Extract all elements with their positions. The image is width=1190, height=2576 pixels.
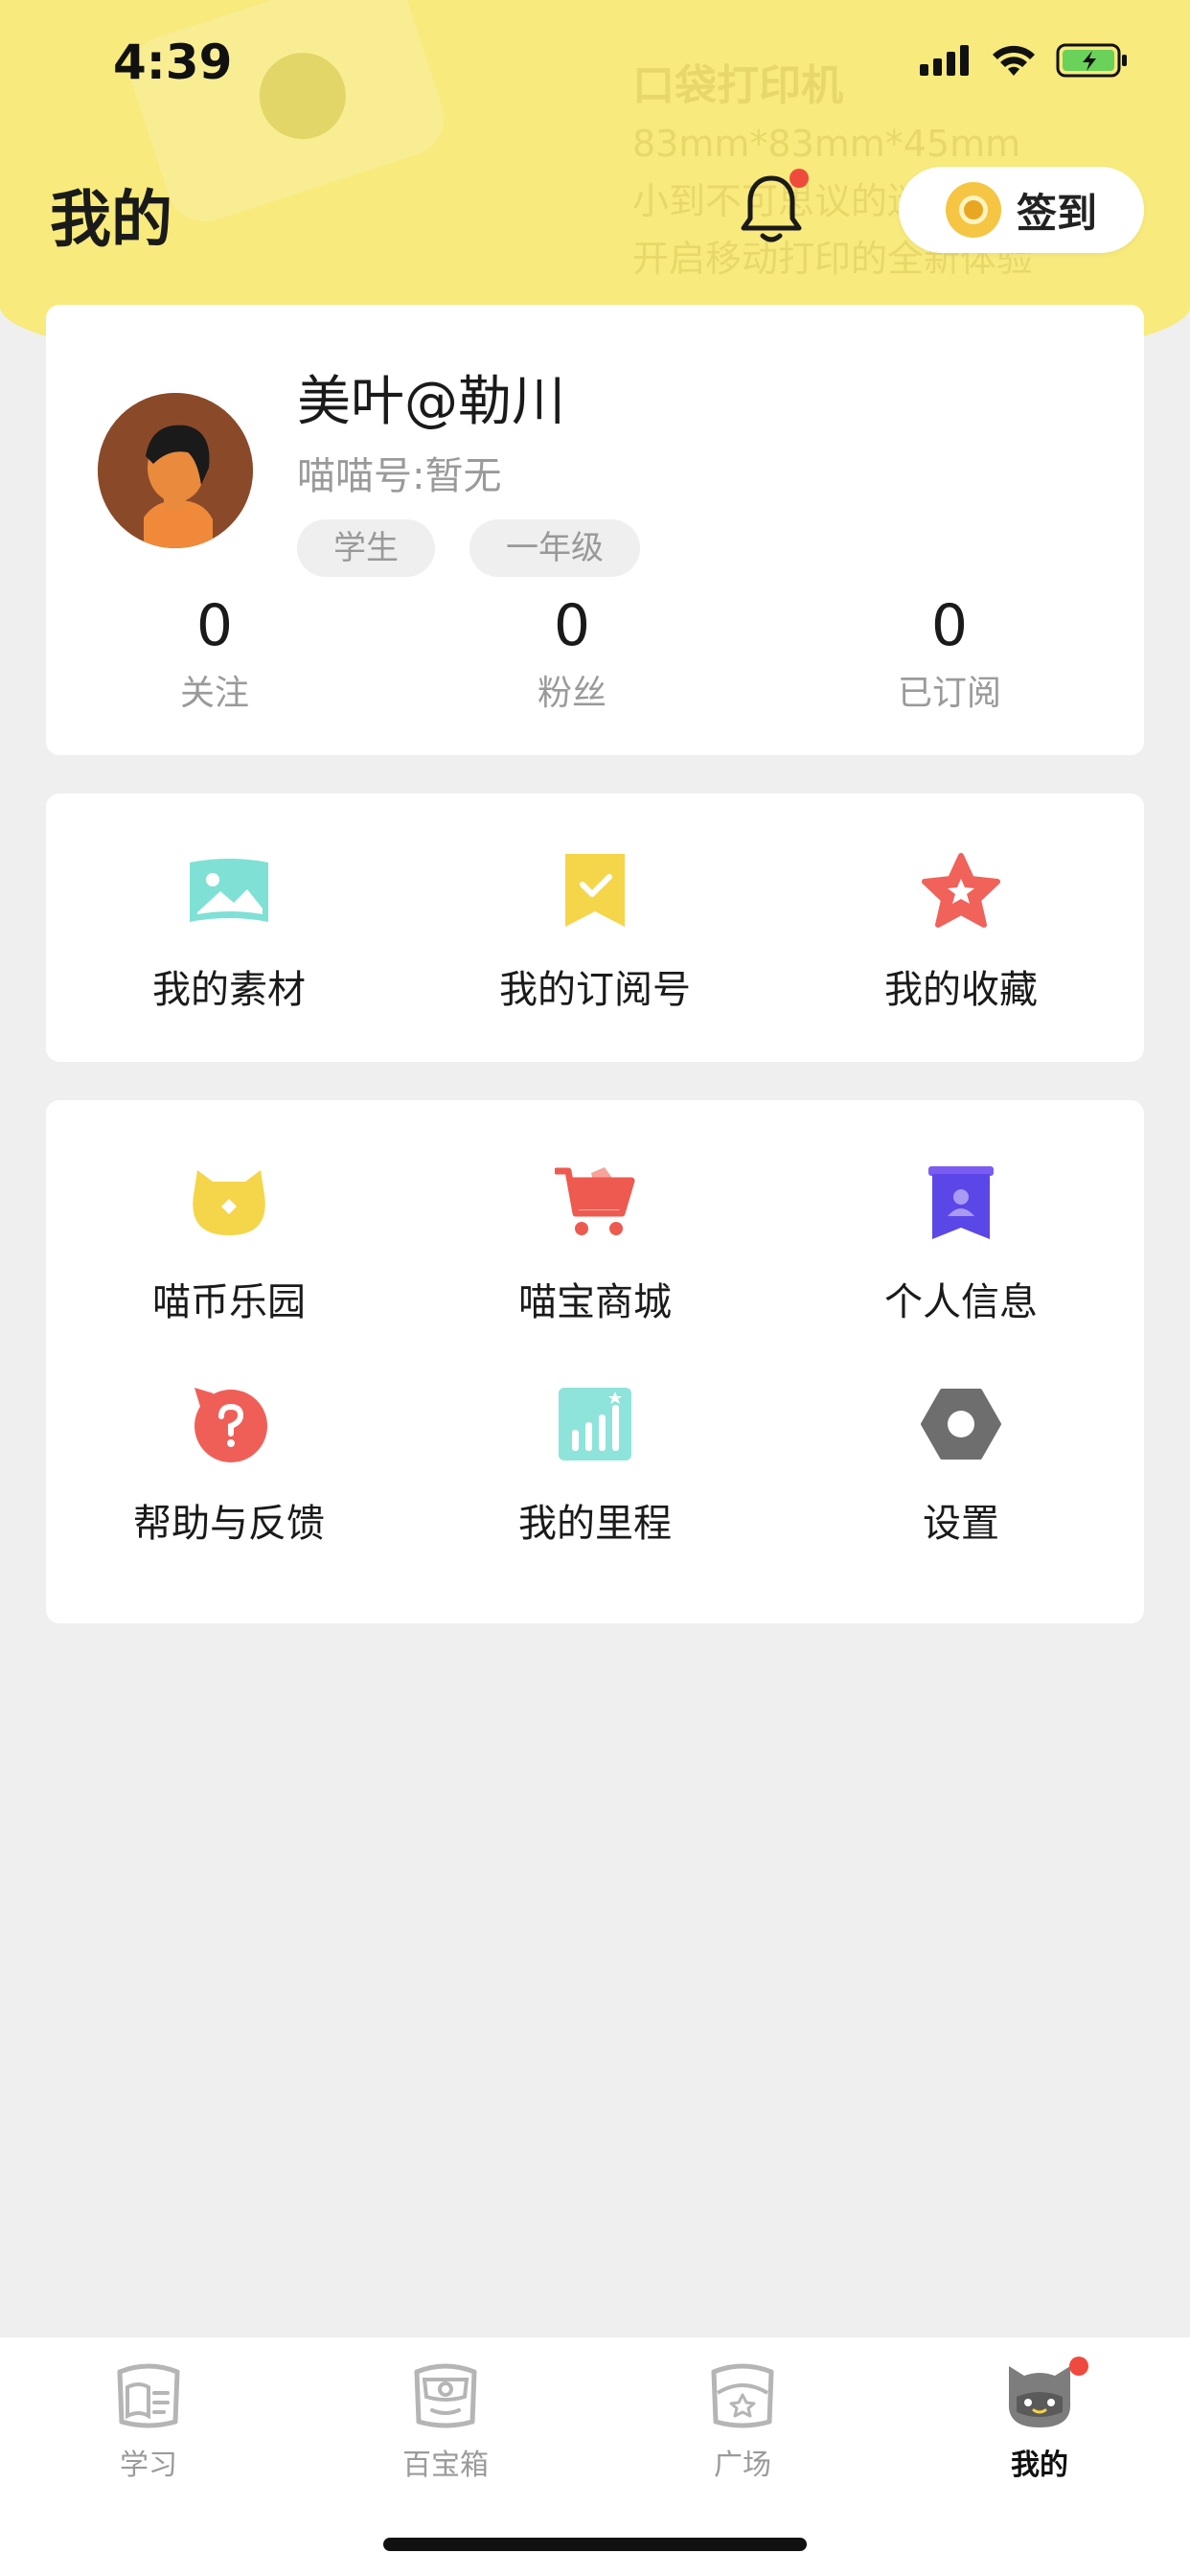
stat-followers[interactable]: 0 粉丝 — [383, 592, 761, 715]
tab-label: 学习 — [120, 2449, 177, 2482]
menu-item-my-favorites[interactable]: 我的收藏 — [778, 794, 1144, 1062]
tab-toolbox[interactable]: 百宝箱 — [297, 2337, 594, 2483]
tab-label: 百宝箱 — [402, 2449, 489, 2482]
stat-label: 关注 — [179, 674, 249, 713]
menu-item-help-feedback[interactable]: 帮助与反馈 — [46, 1345, 412, 1589]
menu-item-my-materials[interactable]: 我的素材 — [46, 794, 412, 1062]
bookmark-icon — [554, 849, 636, 932]
plaza-icon — [711, 2363, 774, 2428]
page-title: 我的 — [50, 185, 172, 256]
stat-value: 0 — [930, 592, 969, 659]
menu-item-label: 喵币乐园 — [152, 1280, 306, 1324]
menu-item-label: 我的订阅号 — [499, 968, 691, 1012]
menu-item-label: 我的收藏 — [884, 968, 1038, 1012]
id-badge-icon — [920, 1162, 1002, 1244]
menu-item-settings[interactable]: 设置 — [778, 1345, 1144, 1589]
tab-badge — [1069, 2357, 1088, 2376]
menu-item-label: 我的素材 — [152, 968, 306, 1012]
tab-study[interactable]: 学习 — [0, 2337, 297, 2483]
username: 美叶@勒川 — [297, 371, 565, 433]
menu-item-label: 我的里程 — [518, 1502, 672, 1546]
profile-card[interactable]: 美叶@勒川 喵喵号:暂无 学生 一年级 0 关注 0 粉丝 0 已订阅 — [46, 305, 1144, 755]
toolbox-icon — [414, 2363, 477, 2428]
stat-following[interactable]: 0 关注 — [46, 592, 383, 715]
battery-icon — [1056, 43, 1127, 78]
menu-item-my-subscriptions[interactable]: 我的订阅号 — [412, 794, 778, 1062]
tab-plaza[interactable]: 广场 — [594, 2337, 891, 2483]
menu-item-label: 个人信息 — [884, 1280, 1038, 1324]
signin-label: 签到 — [1016, 189, 1097, 237]
settings-icon — [920, 1383, 1002, 1465]
menu-item-shop[interactable]: 喵宝商城 — [412, 1100, 778, 1345]
stat-value: 0 — [195, 592, 234, 659]
signin-button[interactable]: 签到 — [899, 167, 1144, 253]
signal-icon — [920, 45, 969, 76]
stat-label: 已订阅 — [897, 674, 1001, 713]
coin-icon — [945, 182, 1001, 238]
cat-avatar-icon — [1008, 2366, 1071, 2427]
chart-icon — [554, 1383, 636, 1465]
tab-label: 我的 — [1011, 2449, 1068, 2482]
wifi-icon — [993, 45, 1035, 76]
stat-label: 粉丝 — [537, 674, 606, 713]
profile-tags: 学生 一年级 — [297, 519, 640, 577]
status-time: 4:39 — [113, 34, 233, 90]
stat-value: 0 — [553, 592, 591, 659]
study-icon — [117, 2363, 180, 2428]
menu-card-primary: 我的素材 我的订阅号 我的收藏 — [46, 794, 1144, 1062]
miao-id: 喵喵号:暂无 — [297, 454, 502, 498]
avatar[interactable] — [98, 393, 253, 548]
tab-mine[interactable]: 我的 — [891, 2337, 1188, 2483]
menu-item-label: 设置 — [923, 1502, 999, 1546]
menu-item-label: 帮助与反馈 — [133, 1502, 325, 1546]
menu-card-secondary: 喵币乐园 喵宝商城 个人信息 帮助与反馈 我的里程 设置 — [46, 1100, 1144, 1623]
home-indicator — [383, 2538, 807, 2551]
menu-item-personal-info[interactable]: 个人信息 — [778, 1100, 1144, 1345]
menu-item-my-mileage[interactable]: 我的里程 — [412, 1345, 778, 1589]
menu-item-coin-park[interactable]: 喵币乐园 — [46, 1100, 412, 1345]
profile-stats: 0 关注 0 粉丝 0 已订阅 — [46, 592, 1144, 715]
star-icon — [920, 849, 1002, 932]
cart-icon — [554, 1162, 636, 1244]
notification-badge — [790, 169, 809, 188]
image-icon — [188, 849, 270, 932]
coin-cat-icon — [188, 1162, 270, 1244]
tag-identity: 学生 — [297, 519, 435, 577]
stat-subscribed[interactable]: 0 已订阅 — [761, 592, 1138, 715]
menu-item-label: 喵宝商城 — [518, 1280, 672, 1324]
status-icons — [920, 42, 1129, 79]
help-icon — [188, 1383, 270, 1465]
tag-grade: 一年级 — [469, 519, 640, 577]
tab-label: 广场 — [714, 2449, 771, 2482]
status-bar: 4:39 — [0, 0, 1190, 125]
